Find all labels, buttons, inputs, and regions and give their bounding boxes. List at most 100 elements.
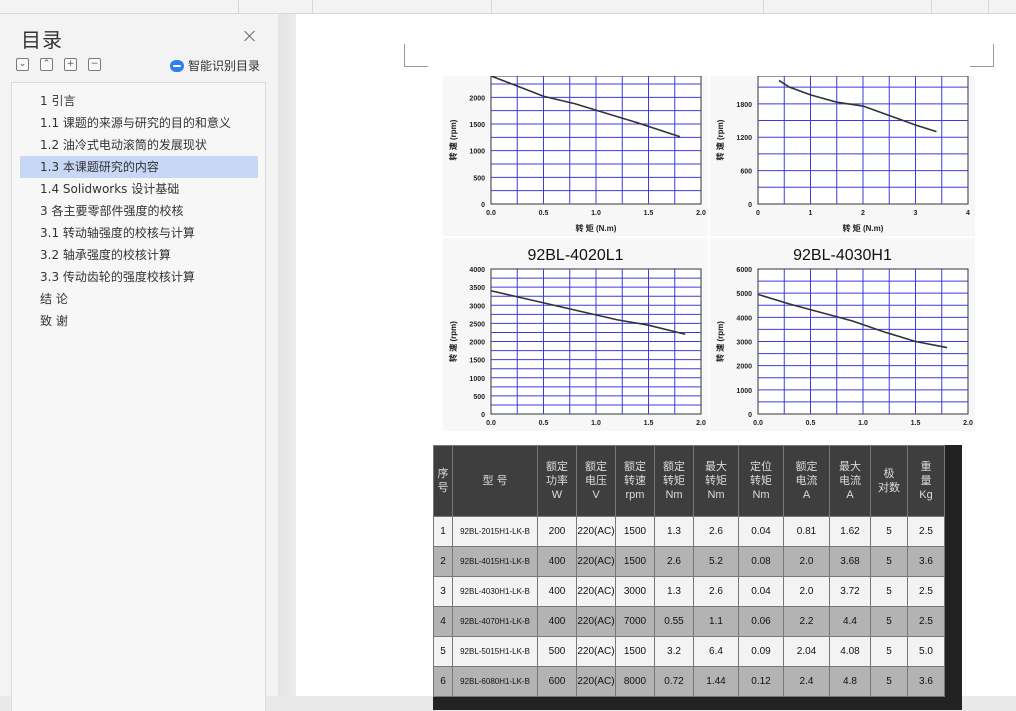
toc-item[interactable]: 1 引言 [20, 90, 258, 112]
toc-item[interactable]: 3.1 转动轴强度的校核与计算 [20, 222, 258, 244]
spec-table-image: 序号 型 号 额定 功率 W 额定 电压 V 额定 转速 rpm 额定 转矩 Nm 最大 转矩 Nm 定位 转矩 Nm… [433, 445, 962, 710]
table-cell: 3.72 [829, 576, 871, 607]
close-icon[interactable] [242, 28, 258, 44]
table-cell: 3.6 [907, 546, 945, 577]
smart-toc-button[interactable]: 智能识别目录 [170, 57, 260, 74]
table-cell: 6 [433, 666, 453, 697]
chart-y-tick-label: 500 [473, 394, 485, 401]
table-cell: 400 [537, 546, 577, 577]
table-cell: 4.08 [829, 636, 871, 667]
expand-all-button[interactable]: ⌄ [16, 58, 29, 71]
table-cell: 2.2 [783, 606, 830, 637]
table-row: 4 92BL-4070H1-LK-B 400 220(AC) 7000 0.55 1.1 0.… [433, 606, 945, 637]
table-cell: 2.5 [907, 576, 945, 607]
table-header-text: 转矩 [663, 475, 685, 487]
table-cell: 8000 [615, 666, 655, 697]
table-cell: 1.3 [654, 576, 694, 607]
toolbar-divider [931, 0, 932, 13]
motor-curves-figure: 0 500 1000 1500 2000 0.0 0.5 1.0 1.5 2.0 转 速 (rpm)… [443, 75, 975, 431]
chart-x-tick-label: 2.0 [696, 420, 706, 427]
table-header-text: 重 [920, 461, 932, 473]
chart-x-tick-label: 1.5 [911, 420, 921, 427]
table-cell: 1.44 [693, 666, 739, 697]
toc-item[interactable]: 致 谢 [20, 310, 258, 332]
table-cell: 400 [537, 576, 577, 607]
table-cell: 1.62 [829, 516, 871, 547]
table-cell: 3.6 [907, 666, 945, 697]
table-cell: 0.04 [738, 516, 784, 547]
smart-ai-icon [170, 59, 184, 72]
table-header-text: A [846, 489, 854, 501]
chart-y-tick-label: 1000 [736, 388, 752, 395]
table-cell: 2.5 [907, 606, 945, 637]
toc-item[interactable]: 结 论 [20, 288, 258, 310]
toc-item[interactable]: 3 各主要零部件强度的校核 [20, 200, 258, 222]
chart-y-tick-label: 2000 [469, 95, 485, 102]
chart-x-tick-label: 2.0 [696, 210, 706, 217]
table-cell: 0.09 [738, 636, 784, 667]
table-cell: 7000 [615, 606, 655, 637]
table-header-text: A [802, 489, 811, 501]
table-cell: 5 [870, 576, 908, 607]
table-header-text: Nm [665, 489, 683, 501]
add-heading-button[interactable]: + [64, 58, 77, 71]
table-row: 1 92BL-2015H1-LK-B 200 220(AC) 1500 1.3 2.6 0.0… [433, 516, 945, 547]
table-header-cell: 额定 转速 rpm [615, 445, 655, 517]
table-row: 5 92BL-5015H1-LK-B 500 220(AC) 1500 3.2 6.4 0.0… [433, 636, 945, 667]
motor-curves-svg: 05001000150020000.0 0.5 1.0 1.5 2.0转 速 (rpm)… [443, 75, 975, 431]
table-cell: 2.0 [783, 546, 830, 577]
chart-x-tick-label: 1.0 [591, 420, 601, 427]
chart-x-tick-label: 0.5 [539, 420, 549, 427]
toc-item[interactable]: 1.3 本课题研究的内容 [20, 156, 258, 178]
chart-x-tick-label: 0.0 [486, 210, 496, 217]
table-cell: 220(AC) [576, 606, 616, 637]
panel-divider [278, 14, 296, 696]
toolbar-divider [238, 0, 239, 13]
margin-mark [970, 66, 994, 67]
table-cell: 1.1 [693, 606, 739, 637]
table-cell: 6.4 [693, 636, 739, 667]
margin-mark [404, 44, 405, 66]
chart-y-tick-label: 0 [748, 412, 752, 419]
table-cell: 0.55 [654, 606, 694, 637]
table-header-text: W [551, 489, 563, 501]
table-header-text: 额定 [585, 461, 607, 473]
table-header-text: rpm [625, 489, 645, 501]
table-header-cell: 重量 Kg [907, 445, 945, 517]
table-header-cell: 额定 电流 A [783, 445, 830, 517]
table-cell: 1.3 [654, 516, 694, 547]
chart-y-tick-label: 3000 [736, 340, 752, 347]
table-row: 2 92BL-4015H1-LK-B 400 220(AC) 1500 2.6 5.2 0.0… [433, 546, 945, 577]
toc-item[interactable]: 1.1 课题的来源与研究的目的和意义 [20, 112, 258, 134]
chart-x-tick-label: 1.0 [591, 210, 601, 217]
chart-y-tick-label: 1800 [736, 102, 752, 109]
table-cell: 0.72 [654, 666, 694, 697]
chart-y-tick-label: 600 [740, 169, 752, 176]
table-cell: 3000 [615, 576, 655, 607]
toc-item[interactable]: 3.2 轴承强度的校核计算 [20, 244, 258, 266]
table-cell: 0.12 [738, 666, 784, 697]
table-header-text: 额定 [663, 461, 685, 473]
toc-item[interactable]: 1.4 Solidworks 设计基础 [20, 178, 258, 200]
chart-y-tick-label: 2500 [469, 321, 485, 328]
table-header-text: 转矩 [750, 475, 772, 487]
chart-y-axis-label: 转 速 (rpm) [715, 119, 725, 160]
toc-item[interactable]: 1.2 油冷式电动滚筒的发展现状 [20, 134, 258, 156]
table-header-cell: 额定 功率 W [537, 445, 577, 517]
table-cell: 1500 [615, 636, 655, 667]
collapse-all-button[interactable]: ⌃ [40, 58, 53, 71]
table-header-text: 号 [437, 482, 449, 494]
toc-item[interactable]: 3.3 传动齿轮的强度校核计算 [20, 266, 258, 288]
remove-heading-button[interactable]: − [88, 58, 101, 71]
table-cell: 2 [433, 546, 453, 577]
table-cell: 5 [870, 546, 908, 577]
table-header-cell: 型 号 [452, 445, 538, 517]
table-cell: 3.68 [829, 546, 871, 577]
toolbar-divider [763, 0, 764, 13]
document-page: 0 500 1000 1500 2000 0.0 0.5 1.0 1.5 2.0 转 速 (rpm)… [296, 14, 1016, 710]
chart-x-axis-label: 转 矩 (N.m) [843, 223, 884, 233]
table-cell: 92BL-4070H1-LK-B [452, 606, 538, 637]
table-cell: 5 [433, 636, 453, 667]
table-cell: 2.5 [907, 516, 945, 547]
margin-mark [404, 66, 428, 67]
